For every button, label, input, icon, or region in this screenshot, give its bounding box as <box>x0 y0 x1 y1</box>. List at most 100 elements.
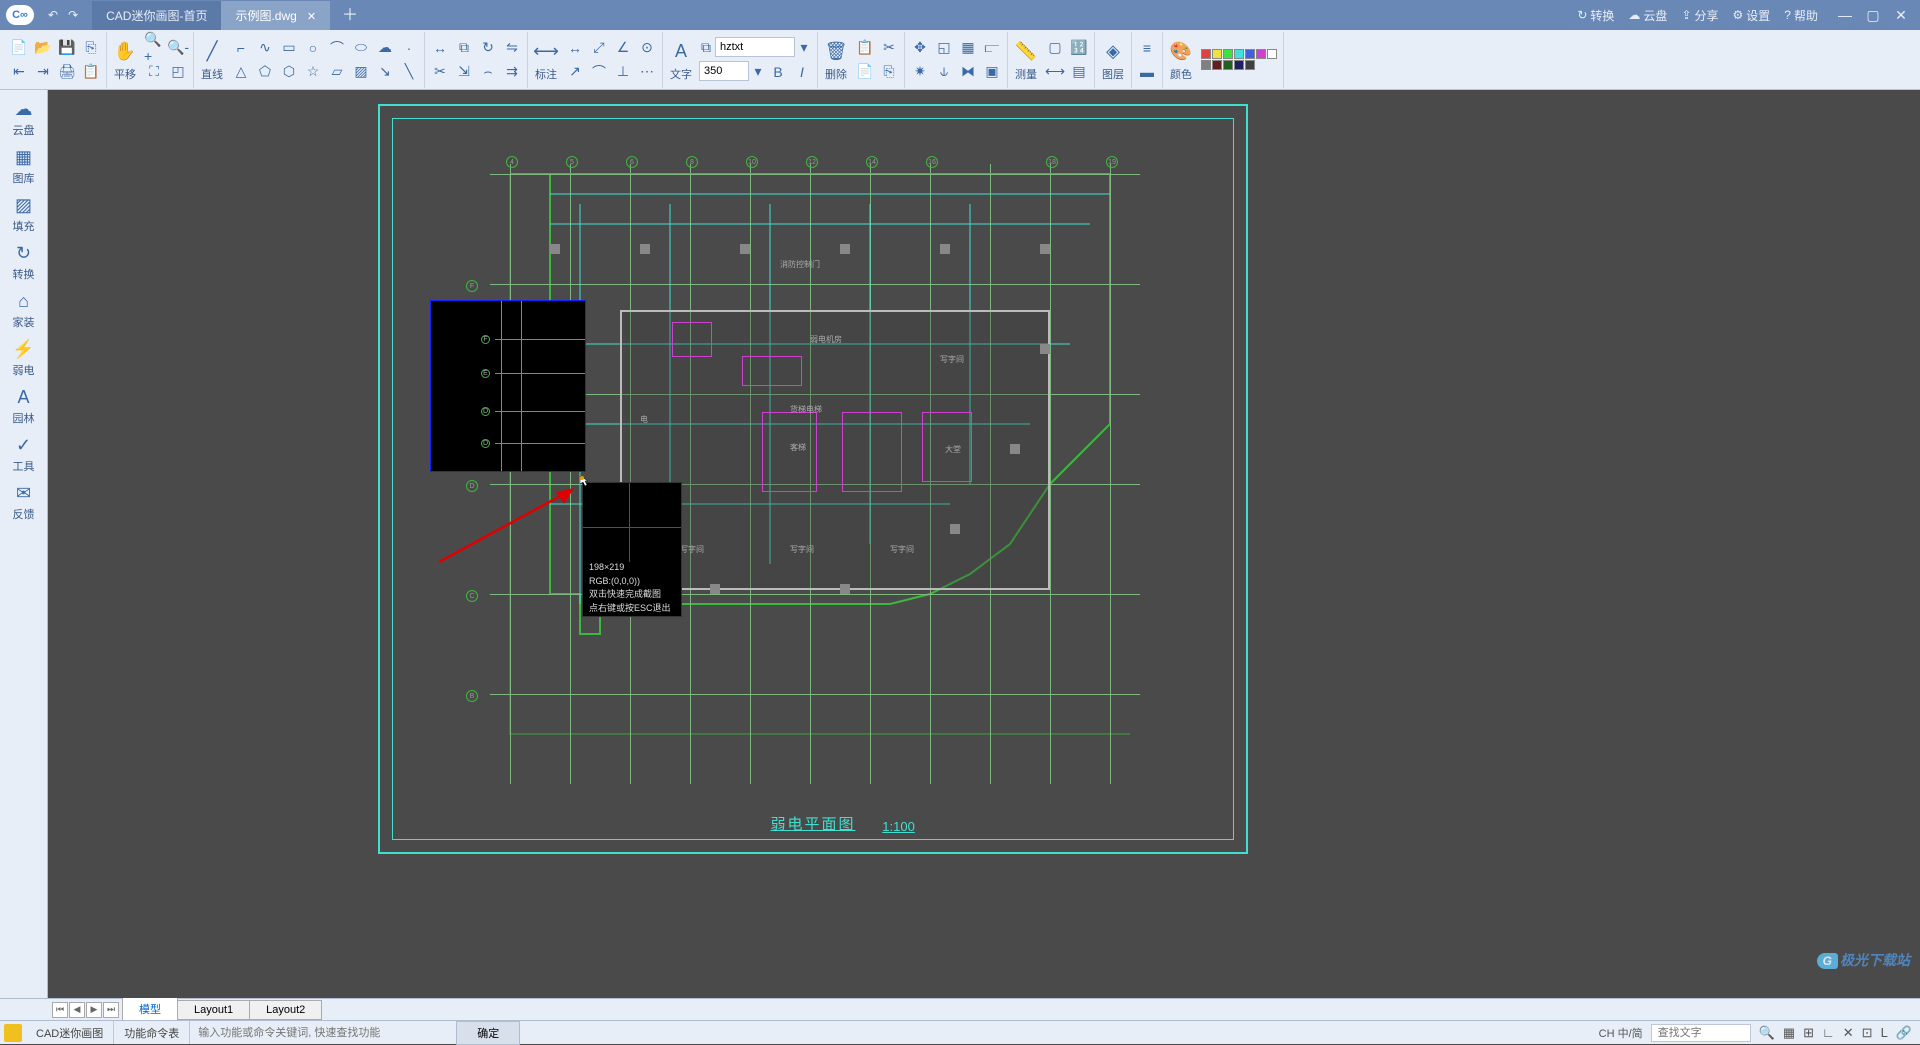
xline-icon[interactable]: ╲ <box>398 61 420 83</box>
command-input[interactable] <box>190 1021 450 1044</box>
rotate-icon[interactable]: ↻ <box>477 37 499 59</box>
ime-status[interactable]: CH 中/简 <box>1599 1025 1643 1041</box>
canvas[interactable]: 消防控制门 弱电机房 写字间 写字间 写字间 写字间 写字间 客梯 货梯电梯 大… <box>48 90 1920 998</box>
cloud-button[interactable]: ☁云盘 <box>1628 7 1667 24</box>
join-icon[interactable]: ⧓ <box>957 61 979 83</box>
swatch-red[interactable] <box>1201 49 1211 59</box>
cut-icon[interactable]: ✂ <box>878 37 900 59</box>
rect-icon[interactable]: ▭ <box>278 37 300 59</box>
sidebar-item-elec[interactable]: ⚡弱电 <box>1 334 47 382</box>
import-icon[interactable]: ⇤ <box>8 61 30 83</box>
maximize-button[interactable]: ▢ <box>1862 7 1884 24</box>
break-icon[interactable]: ⫝ <box>933 61 955 83</box>
tab-drawing[interactable]: 示例图.dwg✕ <box>221 1 330 30</box>
search-input[interactable] <box>1651 1024 1751 1042</box>
ellipse-icon[interactable]: ⬭ <box>350 37 372 59</box>
color-icon[interactable]: 🎨 <box>1167 37 1195 65</box>
spline-icon[interactable]: ∿ <box>254 37 276 59</box>
delete-icon[interactable]: 🗑 <box>822 37 850 65</box>
prev-tab-button[interactable]: ◀ <box>69 1002 85 1018</box>
sidebar-item-library[interactable]: ▦图库 <box>1 142 47 190</box>
link-icon[interactable]: 🔗 <box>1896 1025 1912 1041</box>
add-tab-button[interactable]: ＋ <box>330 1 370 30</box>
cmd-tab-button[interactable]: 功能命令表 <box>114 1021 190 1044</box>
open-icon[interactable]: 📂 <box>32 37 54 59</box>
area-icon[interactable]: ▢ <box>1044 37 1066 59</box>
hatch-icon[interactable]: ▨ <box>350 61 372 83</box>
font-size-input[interactable] <box>699 61 749 81</box>
snap-icon[interactable]: ⊞ <box>1803 1025 1814 1041</box>
pdf-icon[interactable]: 📋 <box>80 61 102 83</box>
star-icon[interactable]: ☆ <box>302 61 324 83</box>
polygon-icon[interactable]: ▱ <box>326 61 348 83</box>
convert-button[interactable]: ↻转换 <box>1577 7 1614 24</box>
print-icon[interactable]: 🖨 <box>56 61 78 83</box>
dim-icon[interactable]: ⟷ <box>532 37 560 65</box>
save-icon[interactable]: 💾 <box>56 37 78 59</box>
move2-icon[interactable]: ✥ <box>909 37 931 59</box>
dropdown-icon[interactable]: ▾ <box>797 37 811 59</box>
paste-icon[interactable]: 📄 <box>854 61 876 83</box>
point-icon[interactable]: · <box>398 37 420 59</box>
copy2-icon[interactable]: 📋 <box>854 37 876 59</box>
swatch-dk2[interactable] <box>1223 60 1233 70</box>
selection-rect[interactable]: F E D D <box>430 300 586 472</box>
swatch-dk3[interactable] <box>1234 60 1244 70</box>
swatch-gray[interactable] <box>1201 60 1211 70</box>
first-tab-button[interactable]: ⏮ <box>52 1002 68 1018</box>
dropdown2-icon[interactable]: ▾ <box>751 61 765 83</box>
measure-icon[interactable]: 📏 <box>1012 37 1040 65</box>
cloud-icon[interactable]: ☁ <box>374 37 396 59</box>
explode-icon[interactable]: ✷ <box>909 61 931 83</box>
share-button[interactable]: ⇪分享 <box>1681 7 1718 24</box>
polar-icon[interactable]: ✕ <box>1843 1025 1854 1041</box>
lwt-icon[interactable]: L <box>1881 1025 1888 1040</box>
ortho-icon[interactable]: ∟ <box>1822 1025 1835 1040</box>
scale-icon[interactable]: ◱ <box>933 37 955 59</box>
align-icon[interactable]: ⫍ <box>981 37 1003 59</box>
layer-icon[interactable]: ◈ <box>1099 37 1127 65</box>
copy-icon[interactable]: ⧉ <box>453 37 475 59</box>
dim-linear-icon[interactable]: ↔ <box>564 37 586 59</box>
dim-arc-icon[interactable]: ⌒ <box>588 61 610 83</box>
block-icon[interactable]: ▣ <box>981 61 1003 83</box>
hex-icon[interactable]: ⬡ <box>278 61 300 83</box>
penta-icon[interactable]: ⬠ <box>254 61 276 83</box>
tab-layout2[interactable]: Layout2 <box>249 1000 322 1020</box>
last-tab-button[interactable]: ⏭ <box>103 1002 119 1018</box>
extend-icon[interactable]: ⇲ <box>453 61 475 83</box>
offset-icon[interactable]: ⇉ <box>501 61 523 83</box>
tab-layout1[interactable]: Layout1 <box>177 1000 250 1020</box>
swatch-green[interactable] <box>1223 49 1233 59</box>
sidebar-item-garden[interactable]: A园林 <box>1 382 47 430</box>
trim-icon[interactable]: ✂ <box>429 61 451 83</box>
sidebar-item-hatch[interactable]: ▨填充 <box>1 190 47 238</box>
dim-aligned-icon[interactable]: ⤢ <box>588 37 610 59</box>
tab-model[interactable]: 模型 <box>122 997 178 1022</box>
lineweight-icon[interactable]: ▬ <box>1136 61 1158 83</box>
dim-cont-icon[interactable]: ⋯ <box>636 61 658 83</box>
saveas-icon[interactable]: ⎘ <box>80 37 102 59</box>
pan-icon[interactable]: ✋ <box>111 37 139 65</box>
zoom-extents-icon[interactable]: ⛶ <box>143 61 165 83</box>
text-icon[interactable]: A <box>667 37 695 65</box>
search-icon[interactable]: 🔍 <box>1759 1025 1775 1041</box>
redo-icon[interactable]: ↷ <box>68 8 78 22</box>
arc-icon[interactable]: ⌒ <box>326 37 348 59</box>
mirror-icon[interactable]: ⇋ <box>501 37 523 59</box>
sidebar-item-convert[interactable]: ↻转换 <box>1 238 47 286</box>
font-name-input[interactable] <box>715 37 795 57</box>
dim-angle-icon[interactable]: ∠ <box>612 37 634 59</box>
paste2-icon[interactable]: ⎘ <box>878 61 900 83</box>
swatch-dk1[interactable] <box>1212 60 1222 70</box>
zoom-window-icon[interactable]: ◰ <box>167 61 189 83</box>
fillet-icon[interactable]: ⌢ <box>477 61 499 83</box>
circle-icon[interactable]: ○ <box>302 37 324 59</box>
swatch-white[interactable] <box>1267 49 1277 59</box>
dist-icon[interactable]: ⟷ <box>1044 61 1066 83</box>
linetype-icon[interactable]: ≡ <box>1136 37 1158 59</box>
ok-button[interactable]: 确定 <box>456 1021 520 1045</box>
undo-icon[interactable]: ↶ <box>48 8 58 22</box>
sidebar-item-home[interactable]: ⌂家装 <box>1 286 47 334</box>
sidebar-item-tools[interactable]: ✓工具 <box>1 430 47 478</box>
